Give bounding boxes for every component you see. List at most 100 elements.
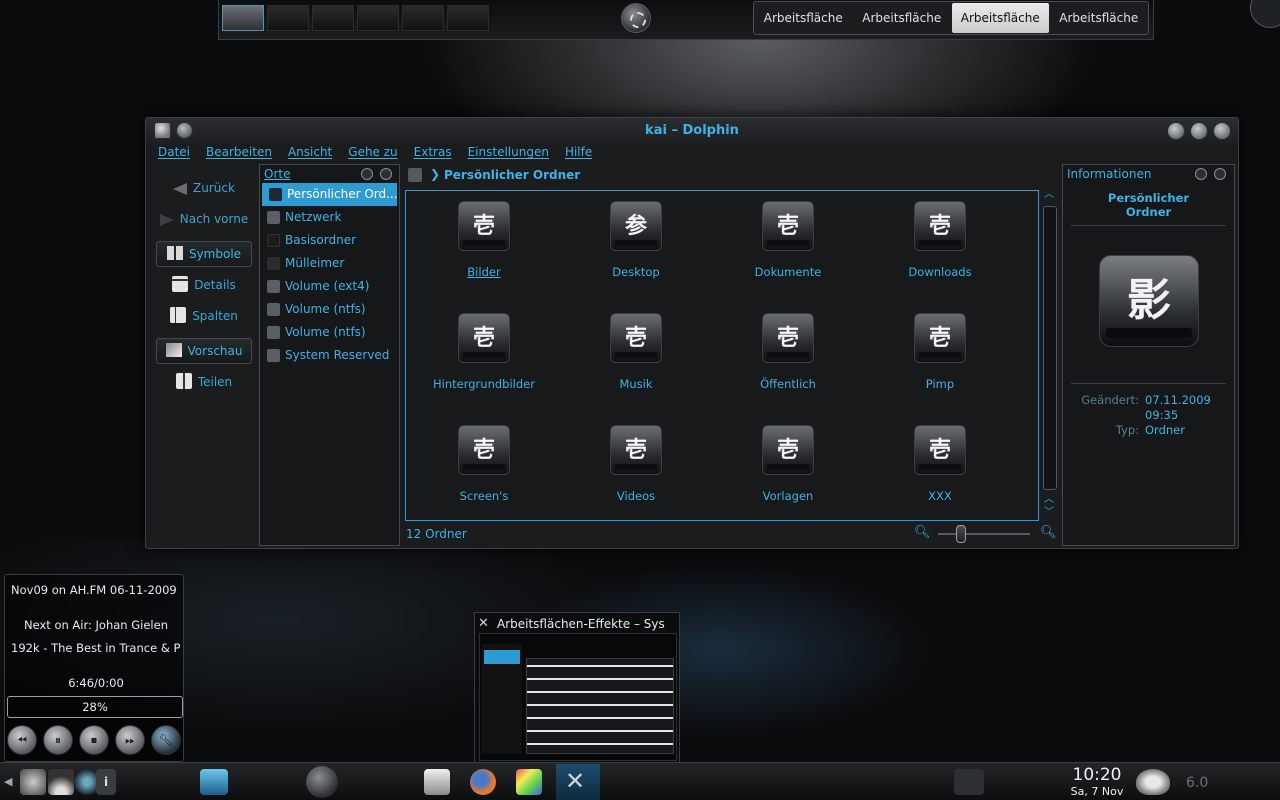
zoom-handle[interactable] (956, 525, 966, 543)
desktop-button-3[interactable]: Arbeitsfläche (952, 3, 1049, 33)
zoom-out-icon[interactable]: 🔍︎ (914, 525, 931, 540)
drive-icon[interactable] (408, 168, 422, 182)
menu-edit[interactable]: Bearbeiten (206, 145, 272, 165)
cashew-icon[interactable] (621, 3, 651, 33)
desktop-button-2[interactable]: Arbeitsfläche (854, 3, 951, 33)
image-viewer-icon[interactable] (516, 769, 542, 795)
title-bar[interactable]: kai – Dolphin (146, 118, 1238, 144)
window-thumbnail[interactable]: ✕ Arbeitsflächen-Effekte – Sys (474, 612, 680, 764)
desktop-button-4[interactable]: Arbeitsfläche (1051, 3, 1148, 33)
folder-item[interactable]: 壱 XXX (864, 417, 1016, 529)
desktop-thumbnail-1[interactable] (222, 5, 264, 31)
volume-icon[interactable] (20, 769, 46, 795)
thumbnail-title: Arbeitsflächen-Effekte – Sys (497, 617, 665, 631)
close-button[interactable] (1213, 122, 1231, 140)
maximize-button[interactable] (1190, 122, 1208, 140)
breadcrumb-current[interactable]: Persönlicher Ordner (444, 168, 580, 182)
info-name-line-1: Persönlicher (1107, 191, 1190, 205)
firefox-icon[interactable] (470, 769, 496, 795)
folder-item[interactable]: 参 Desktop (560, 193, 712, 305)
menu-view[interactable]: Ansicht (288, 145, 332, 165)
place-volume-ntfs-1[interactable]: Volume (ntfs) (260, 298, 399, 321)
kde-menu-icon[interactable] (306, 766, 338, 798)
folder-item[interactable]: 壱 Musik (560, 305, 712, 417)
split-button[interactable]: Teilen (154, 368, 254, 396)
icon-view[interactable]: 壱 Bilder 参 Desktop 壱 Dokumente 壱 Downloads 壱 Hint… (405, 190, 1039, 521)
scroll-up-icon[interactable]: ︿ (1044, 495, 1054, 505)
tray-arrow-icon[interactable]: ◀ (4, 769, 16, 795)
settings-wrench-icon[interactable]: 🔧︎ (151, 725, 181, 755)
folder-glyph: 壱 (928, 213, 951, 239)
chevron-right-icon: ❯ (430, 167, 441, 181)
next-icon[interactable]: ⏩︎ (115, 725, 145, 755)
forward-button[interactable]: Nach vorne (154, 205, 254, 233)
place-label: Mülleimer (285, 256, 345, 270)
menu-settings[interactable]: Einstellungen (468, 145, 549, 165)
folder-glyph: 壱 (776, 437, 799, 463)
desktop-thumbnail-6[interactable] (447, 5, 489, 31)
info-header: Informationen (1063, 165, 1234, 183)
place-label: Volume (ntfs) (285, 325, 366, 339)
system-settings-task[interactable]: ✕ (556, 764, 600, 800)
folder-item[interactable]: 壱 Hintergrundbilder (408, 305, 560, 417)
menu-help[interactable]: Hilfe (565, 145, 592, 165)
zoom-slider[interactable]: 🔍︎ 🔍︎ (914, 524, 1057, 544)
camera-icon[interactable] (954, 769, 984, 795)
place-volume-ext4[interactable]: Volume (ext4) (260, 275, 399, 298)
scroll-up-icon[interactable]: ︿ (1044, 190, 1054, 200)
panel-detach-icon[interactable] (1195, 168, 1207, 180)
top-panel: Arbeitsfläche Arbeitsfläche Arbeitsfläch… (218, 0, 1154, 40)
corner-toolbox-icon[interactable] (1250, 0, 1280, 28)
desktop-button-1[interactable]: Arbeitsfläche (755, 3, 852, 33)
zoom-track[interactable] (938, 533, 1030, 535)
place-network[interactable]: Netzwerk (260, 206, 399, 229)
info-icon[interactable]: i (96, 769, 116, 795)
zoom-in-icon[interactable]: 🔍︎ (1040, 525, 1057, 540)
scroll-down-icon[interactable]: ﹀ (1044, 508, 1054, 518)
desktop-thumbnail-3[interactable] (312, 5, 354, 31)
status-bar-text: 12 Ordner (406, 527, 467, 541)
places-panel: Orte Persönlicher Ord... Netzwerk Basiso… (259, 164, 400, 546)
menu-tools[interactable]: Extras (414, 145, 452, 165)
folder-item[interactable]: 壱 Pimp (864, 305, 1016, 417)
details-view-button[interactable]: Details (154, 271, 254, 299)
place-volume-ntfs-2[interactable]: Volume (ntfs) (260, 321, 399, 344)
menu-file[interactable]: Datei (158, 145, 190, 165)
folder-item[interactable]: 壱 Bilder (408, 193, 560, 305)
dolphin-task-icon[interactable] (424, 769, 450, 795)
desktop-thumbnail-5[interactable] (402, 5, 444, 31)
columns-view-button[interactable]: Spalten (154, 302, 254, 330)
preview-button[interactable]: Vorschau (156, 338, 252, 364)
scroll-track[interactable] (1043, 206, 1057, 490)
folder-item[interactable]: 壱 Öffentlich (712, 305, 864, 417)
show-desktop-icon[interactable] (200, 769, 228, 795)
folder-item[interactable]: 壱 Videos (560, 417, 712, 529)
pause-icon[interactable]: ⏸︎ (43, 725, 73, 755)
stop-icon[interactable]: ⏹︎ (79, 725, 109, 755)
wifi-icon[interactable] (48, 769, 74, 795)
place-home[interactable]: Persönlicher Ord... (262, 183, 397, 206)
folder-item[interactable]: 壱 Dokumente (712, 193, 864, 305)
back-button[interactable]: Zurück (154, 174, 254, 202)
folder-icon: 壱 (610, 313, 662, 363)
minimize-button[interactable] (1167, 122, 1185, 140)
weather-cloud-icon[interactable] (1136, 769, 1170, 795)
previous-icon[interactable]: ⏪︎ (7, 725, 37, 755)
place-system-reserved[interactable]: System Reserved (260, 344, 399, 367)
panel-detach-icon[interactable] (361, 168, 373, 180)
menu-go[interactable]: Gehe zu (348, 145, 397, 165)
place-trash[interactable]: Mülleimer (260, 252, 399, 275)
panel-close-icon[interactable] (1214, 168, 1226, 180)
folder-item[interactable]: 壱 Downloads (864, 193, 1016, 305)
panel-close-icon[interactable] (380, 168, 392, 180)
vertical-scrollbar[interactable]: ︿ ︿ ﹀ (1043, 190, 1057, 521)
desktop-thumbnail-2[interactable] (267, 5, 309, 31)
place-root[interactable]: Basisordner (260, 229, 399, 252)
icons-view-button[interactable]: Symbole (156, 241, 252, 267)
clock[interactable]: 10:20 Sa, 7 Nov (1062, 765, 1132, 799)
desktop-thumbnail-4[interactable] (357, 5, 399, 31)
folder-icon: 壱 (914, 425, 966, 475)
folder-item[interactable]: 壱 Vorlagen (712, 417, 864, 529)
folder-item[interactable]: 壱 Screen's (408, 417, 560, 529)
taskbar: ◀ i ✕ 10:20 Sa, 7 Nov 6.0 (0, 762, 1280, 800)
